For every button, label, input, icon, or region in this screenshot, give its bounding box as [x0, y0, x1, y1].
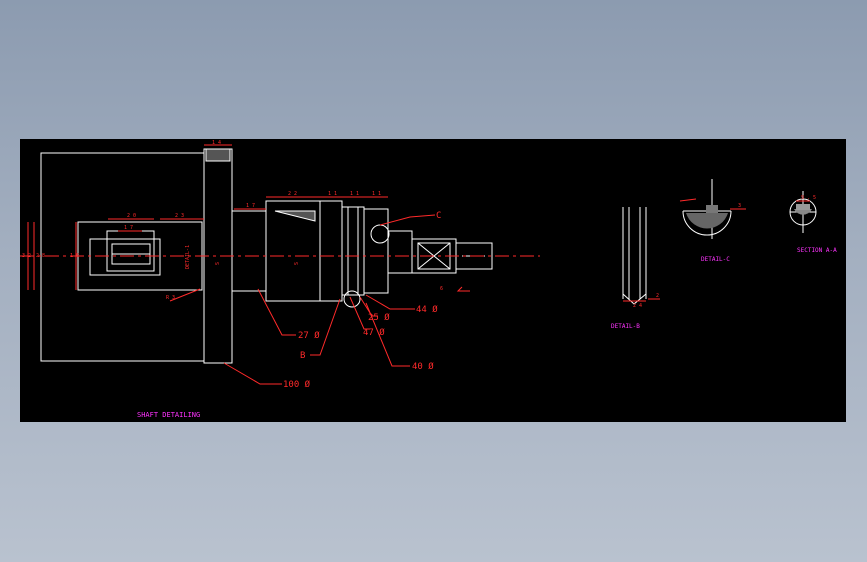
hub-outline [40, 152, 205, 362]
shaft-step-5 [387, 230, 413, 274]
key-box [106, 230, 155, 272]
dim-22: 2 2 [288, 191, 297, 197]
callout-27: 27 Ø [298, 330, 320, 341]
cad-drawing-canvas: C 44 Ø 25 Ø 47 Ø 27 Ø B 40 Ø 100 Ø 1 4 1… [20, 139, 846, 422]
keyhole-b [343, 290, 361, 308]
shaft-label-1: DETAIL-1 [185, 245, 191, 269]
dim-11c: 1 1 [372, 191, 381, 197]
callout-40: 40 Ø [412, 361, 434, 372]
dim-r3: R 3 [166, 295, 175, 301]
dim-23: 2 3 [175, 213, 184, 219]
dim-20: 2 0 [127, 213, 136, 219]
callout-100: 100 Ø [283, 379, 311, 390]
callout-44: 44 Ø [416, 304, 438, 315]
dim-11a: 1 1 [328, 191, 337, 197]
shaft-step-1 [231, 210, 267, 292]
dim-17b: 1 7 [124, 225, 133, 231]
shaft-step-3 [319, 200, 343, 302]
dim-16: 1 6 [70, 253, 79, 259]
drawing-title: SHAFT DETAILING [137, 411, 200, 419]
shaft-label-2: S [215, 262, 221, 265]
shaft-label-3: S [294, 262, 300, 265]
dim-32: 3 2 [22, 253, 31, 259]
keyhole-c [370, 224, 390, 244]
dim-11b: 1 1 [350, 191, 359, 197]
dim-28: 2 8 [36, 253, 45, 259]
callout-b: B [300, 351, 305, 361]
shaft-step-4 [363, 208, 389, 294]
callout-47: 47 Ø [363, 327, 385, 338]
dim-17: 1 7 [246, 203, 255, 209]
dim-24: 2 4 [633, 303, 642, 309]
detail-c-label: DETAIL-C [701, 256, 730, 263]
dim-2: 2 [656, 293, 659, 299]
section-a-label: SECTION A-A [797, 247, 837, 254]
callout-25: 25 Ø [368, 312, 390, 323]
callout-c: C [436, 211, 441, 221]
dim-6: 6 [440, 286, 443, 292]
dim-9-5: 9 . 5 [801, 195, 816, 201]
dim-3: 3 [738, 203, 741, 209]
shaft-drawing-svg: C 44 Ø 25 Ø 47 Ø 27 Ø B 40 Ø 100 Ø 1 4 1… [20, 140, 837, 419]
dim-top-14: 1 4 [212, 140, 221, 146]
bearing-seat [341, 206, 365, 296]
detail-b-label: DETAIL-B [611, 323, 640, 330]
